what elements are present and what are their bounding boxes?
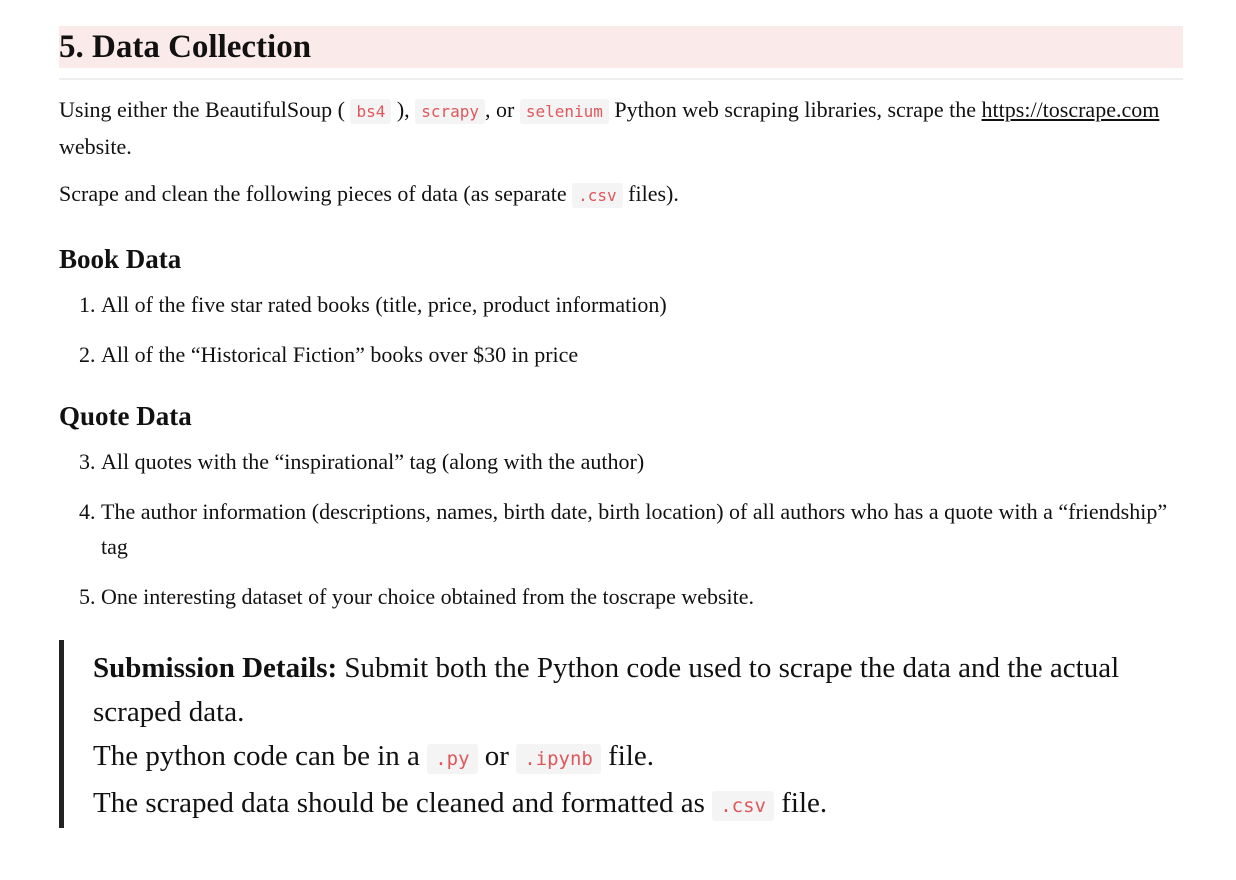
section-title-text: 5. Data Collection (59, 29, 312, 65)
submission-text: The python code can be in a (93, 740, 428, 772)
instructions-text: Scrape and clean the following pieces of… (59, 181, 573, 206)
list-item: All quotes with the “inspirational” tag … (101, 444, 1183, 479)
section-title: 5. Data Collection (59, 26, 1183, 80)
instructions-paragraph: Scrape and clean the following pieces of… (59, 176, 1183, 213)
submission-label: Submission Details: (93, 652, 338, 684)
code-csv: .csv (572, 183, 623, 208)
list-item: All of the five star rated books (title,… (101, 287, 1183, 322)
assignment-section: 5. Data Collection Using either the Beau… (59, 26, 1183, 828)
toscrape-link[interactable]: https://toscrape.com (982, 97, 1160, 122)
intro-text: , or (484, 97, 520, 122)
list-item: One interesting dataset of your choice o… (101, 579, 1183, 614)
quote-data-heading: Quote Data (59, 401, 192, 431)
intro-text: Python web scraping libraries, scrape th… (608, 97, 982, 122)
code-bs4: bs4 (350, 99, 392, 124)
instructions-text: files). (622, 181, 679, 206)
intro-text: website. (59, 134, 132, 159)
submission-line-3: The scraped data should be cleaned and f… (93, 781, 1183, 828)
submission-text: file. (600, 740, 654, 772)
submission-text: file. (773, 787, 828, 819)
code-ipynb: .ipynb (516, 744, 601, 774)
quote-data-list: All quotes with the “inspirational” tag … (59, 444, 1183, 614)
submission-line-2: The python code can be in a .py or .ipyn… (93, 734, 1183, 781)
intro-paragraph: Using either the BeautifulSoup ( bs4 ), … (59, 92, 1183, 164)
code-py: .py (427, 744, 478, 774)
submission-line-1: Submission Details: Submit both the Pyth… (93, 646, 1183, 734)
book-data-list: All of the five star rated books (title,… (59, 287, 1183, 372)
submission-text: The scraped data should be cleaned and f… (93, 787, 713, 819)
intro-text: Using either the BeautifulSoup ( (59, 97, 351, 122)
code-selenium: selenium (519, 99, 609, 124)
submission-details-callout: Submission Details: Submit both the Pyth… (59, 640, 1183, 828)
code-scrapy: scrapy (415, 99, 485, 124)
intro-text: ), (391, 97, 416, 122)
code-csv: .csv (712, 791, 774, 821)
list-item: The author information (descriptions, na… (101, 494, 1183, 564)
submission-text: or (477, 740, 517, 772)
list-item: All of the “Historical Fiction” books ov… (101, 337, 1183, 372)
book-data-heading: Book Data (59, 244, 182, 274)
